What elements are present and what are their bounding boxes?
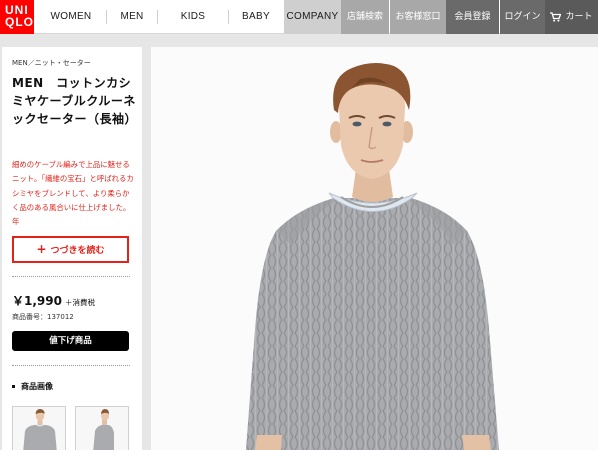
logo-text-bottom: QLO xyxy=(5,15,34,29)
read-more-button[interactable]: + つづきを読む xyxy=(12,236,129,263)
model-wearing-sweater xyxy=(151,47,598,450)
product-images-heading: 商品画像 xyxy=(12,381,53,392)
product-thumbnail-side[interactable] xyxy=(75,406,129,450)
divider xyxy=(12,365,130,366)
read-more-label: つづきを読む xyxy=(50,246,105,256)
bullet-icon xyxy=(12,385,15,388)
tax-note: ＋消費税 xyxy=(64,298,95,307)
sale-items-button[interactable]: 値下げ商品 xyxy=(12,331,129,351)
product-number: 商品番号：137012 xyxy=(12,313,74,321)
nav-baby[interactable]: BABY xyxy=(229,0,283,34)
nav-women[interactable]: WOMEN xyxy=(36,0,106,34)
product-title: MEN コットンカシミヤケーブルクルーネックセーター（長袖） xyxy=(12,76,138,126)
product-thumbnail-front[interactable] xyxy=(12,406,66,450)
plus-icon: + xyxy=(36,242,47,256)
breadcrumb[interactable]: MEN／ニット・セーター xyxy=(12,58,91,68)
register-link[interactable]: 会員登録 xyxy=(446,0,499,34)
cart-label: カート xyxy=(565,12,593,22)
price-value: ￥1,990 xyxy=(12,294,62,308)
product-description: 細めのケーブル編みで上品に魅せるニット。「繊維の宝石」と呼ばれるカシミヤをブレン… xyxy=(12,160,134,227)
cart-icon xyxy=(550,11,562,22)
main-product-image[interactable] xyxy=(151,47,598,450)
product-images-label: 商品画像 xyxy=(21,382,53,391)
customer-support-link[interactable]: お客様窓口 xyxy=(390,0,446,34)
price: ￥1,990 ＋消費税 xyxy=(12,292,95,309)
model-front-image xyxy=(13,407,65,450)
nav-kids[interactable]: KIDS xyxy=(158,0,228,34)
cart-link[interactable]: カート xyxy=(545,0,598,34)
nav-men[interactable]: MEN xyxy=(107,0,157,34)
login-link[interactable]: ログイン xyxy=(500,0,545,34)
divider xyxy=(12,276,130,277)
model-side-image xyxy=(76,407,128,450)
site-header: UNI QLO WOMEN MEN KIDS BABY COMPANY 店舗検索… xyxy=(0,0,598,34)
nav-company[interactable]: COMPANY xyxy=(284,0,341,34)
uniqlo-logo[interactable]: UNI QLO xyxy=(0,0,34,34)
store-search-link[interactable]: 店舗検索 xyxy=(341,0,389,34)
product-info-panel: MEN／ニット・セーター MEN コットンカシミヤケーブルクルーネックセーター（… xyxy=(2,47,142,450)
